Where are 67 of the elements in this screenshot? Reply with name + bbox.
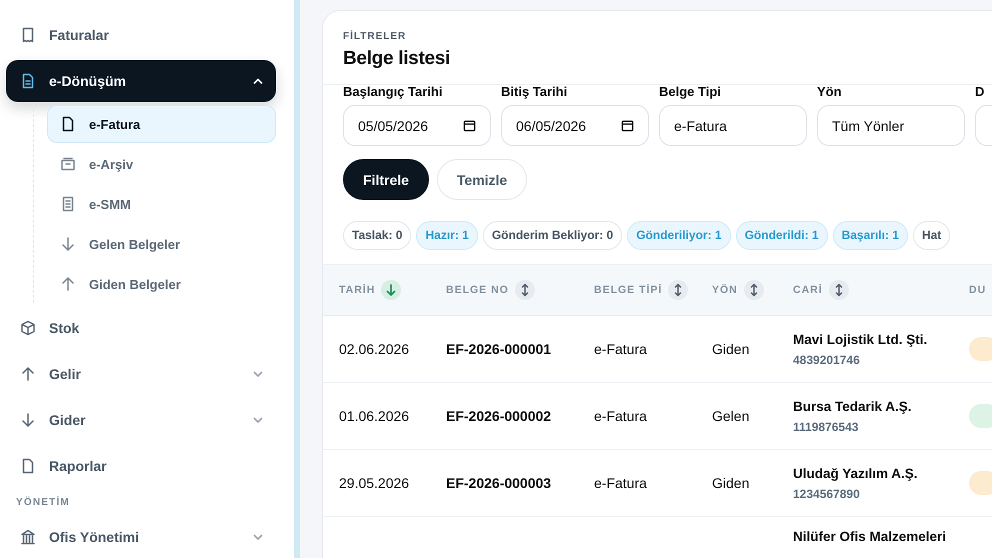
date-cell: 01.06.2026: [339, 408, 410, 424]
document-number-cell: EF-2026-000003: [446, 475, 552, 491]
document-type-cell: e-Fatura: [594, 341, 647, 357]
sidebar-subitem[interactable]: e-Arşiv: [47, 145, 276, 183]
sidebar-item[interactable]: Ofis Yönetimi: [6, 514, 276, 558]
field-label: Yön: [817, 85, 843, 101]
party-name: Bursa Tedarik A.Ş.: [793, 398, 913, 414]
field-label: Başlangıç Tarihi: [343, 85, 444, 101]
document-icon: [20, 73, 36, 89]
sort-icon[interactable]: [668, 280, 688, 300]
select-field[interactable]: e-Fatura: [659, 105, 807, 146]
status-filter-chip[interactable]: Hat: [912, 221, 950, 250]
tax-number: 4839201746: [793, 352, 861, 366]
date-field[interactable]: 06/05/2026: [501, 105, 649, 146]
document-number-cell: EF-2026-000001: [446, 341, 552, 357]
date-cell: 29.05.2026: [339, 475, 410, 491]
document-type-cell: e-Fatura: [594, 475, 647, 491]
calendar-icon[interactable]: [621, 119, 634, 132]
sort-descending-icon[interactable]: [381, 280, 402, 300]
direction-cell: Gelen: [712, 408, 750, 424]
page-icon: [60, 116, 76, 132]
date-cell: 02.06.2026: [339, 341, 410, 357]
sidebar-item[interactable]: Stok: [6, 305, 276, 351]
calendar-icon[interactable]: [463, 119, 476, 132]
direction-cell: Giden: [712, 341, 750, 357]
sidebar-subitem[interactable]: e-SMM: [47, 185, 276, 223]
party-name: Mavi Lojistik Ltd. Şti.: [793, 332, 928, 346]
date-field[interactable]: 05/05/2026: [343, 105, 491, 146]
field-label: D: [975, 85, 986, 101]
bank-icon: [20, 529, 36, 545]
sidebar-subitem[interactable]: Giden Belgeler: [47, 265, 276, 303]
tax-number: 1119876543: [793, 420, 860, 434]
status-filter-chip[interactable]: Taslak: 0: [343, 221, 412, 250]
card-title: Belge listesi: [343, 48, 451, 70]
sort-icon[interactable]: [744, 280, 764, 300]
arrow-down-icon: [60, 236, 76, 252]
sidebar-item[interactable]: Gelir: [6, 351, 276, 397]
direction-cell: Giden: [712, 475, 750, 491]
sidebar-item[interactable]: Gider: [6, 397, 276, 443]
sidebar-item[interactable]: Raporlar: [6, 443, 276, 489]
field-label: Belge Tipi: [659, 85, 722, 101]
status-filter-chip[interactable]: Gönderim Bekliyor: 0: [482, 221, 622, 250]
arrow-up-icon: [60, 276, 76, 292]
filter-button[interactable]: Filtrele: [343, 159, 429, 200]
tax-number: 1234567890: [793, 486, 861, 500]
clear-button[interactable]: Temizle: [436, 159, 528, 200]
field-label: Bitiş Tarihi: [501, 85, 568, 101]
section-label: FİLTRELER: [343, 31, 408, 42]
document-type-cell: e-Fatura: [594, 408, 647, 424]
party-name: Nilüfer Ofis Malzemeleri: [793, 529, 948, 544]
archive-icon: [60, 156, 76, 172]
arrow-up-icon: [20, 366, 36, 382]
sidebar-item[interactable]: Faturalar: [6, 12, 276, 58]
section-heading: YÖNETİM: [15, 495, 71, 510]
receipt-icon: [20, 27, 36, 43]
sort-icon[interactable]: [828, 280, 849, 300]
select-field[interactable]: Tüm Yönler: [817, 105, 965, 146]
sidebar-item[interactable]: e-Dönüşüm: [6, 60, 276, 102]
arrow-down-icon: [20, 412, 36, 428]
list-icon: [60, 196, 76, 212]
document-number-cell: EF-2026-000002: [446, 408, 552, 424]
cube-icon: [20, 320, 36, 336]
party-name: Uludağ Yazılım A.Ş.: [793, 466, 919, 480]
sidebar-subitem[interactable]: Gelen Belgeler: [47, 225, 276, 263]
page-icon: [20, 458, 36, 474]
sort-icon[interactable]: [514, 280, 535, 300]
sidebar-subitem[interactable]: e-Fatura: [47, 105, 276, 143]
